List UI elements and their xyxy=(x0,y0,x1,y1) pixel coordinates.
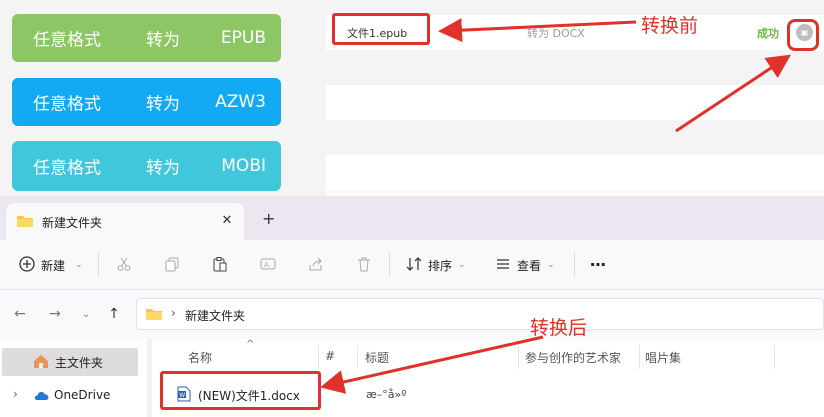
nav-item-label: 主文件夹 xyxy=(55,356,104,370)
sort-label: 排序 xyxy=(428,258,453,273)
plus-circle-icon xyxy=(19,255,35,275)
scrollbar[interactable] xyxy=(147,339,152,417)
column-divider[interactable] xyxy=(639,345,640,369)
button-target-label: EPUB xyxy=(220,28,266,48)
button-target-label: MOBI xyxy=(221,156,266,176)
column-header-name[interactable]: 名称 xyxy=(188,349,212,366)
file-explorer-window: 新建文件夹 ✕ + 新建 ⌄ A 排序 ⌄ 查看 ⌄ ⋯ ← → ⌄ ↑ › 新… xyxy=(0,196,824,417)
button-format-label: 任意格式 xyxy=(33,94,101,115)
view-icon xyxy=(495,256,511,275)
share-icon[interactable] xyxy=(307,255,325,273)
convert-to-epub-button[interactable]: 任意格式 转为 EPUB xyxy=(12,14,281,62)
folder-icon xyxy=(16,214,34,231)
button-format-label: 任意格式 xyxy=(33,158,101,179)
divider xyxy=(389,252,390,277)
file-title: æ–°å»º xyxy=(366,388,407,401)
cloud-icon xyxy=(33,390,50,404)
button-target-label: AZW3 xyxy=(215,92,266,112)
annotation-after-label: 转换后 xyxy=(530,317,588,339)
annotation-before-label: 转换前 xyxy=(641,15,699,37)
sort-icon xyxy=(406,256,422,275)
navigation-pane: 主文件夹 › OneDrive xyxy=(0,339,147,417)
tab-new-folder[interactable]: 新建文件夹 ✕ xyxy=(6,203,244,240)
paste-icon[interactable] xyxy=(211,255,229,273)
column-divider[interactable] xyxy=(318,345,319,369)
list-row-empty xyxy=(326,155,824,190)
convert-to-azw3-button[interactable]: 任意格式 转为 AZW3 xyxy=(12,78,281,126)
address-path[interactable]: 新建文件夹 xyxy=(185,307,245,324)
recent-locations-icon[interactable]: ⌄ xyxy=(77,305,95,323)
highlight-box-after xyxy=(160,371,321,410)
convert-type-label: 转为 DOCX xyxy=(527,27,585,40)
cut-icon[interactable] xyxy=(115,255,133,273)
column-header-artist[interactable]: 参与创作的艺术家 xyxy=(525,349,621,366)
up-arrow-icon[interactable]: ↑ xyxy=(105,305,123,323)
column-divider[interactable] xyxy=(518,345,519,369)
address-bar-area: ← → ⌄ ↑ › 新建文件夹 xyxy=(0,289,824,339)
sort-button[interactable]: 排序 ⌄ xyxy=(406,256,466,274)
command-bar: 新建 ⌄ A 排序 ⌄ 查看 ⌄ ⋯ xyxy=(0,240,824,289)
list-row-empty xyxy=(326,85,824,120)
convert-to-mobi-button[interactable]: 任意格式 转为 MOBI xyxy=(12,141,281,191)
column-divider[interactable] xyxy=(774,345,775,369)
column-header-album[interactable]: 唱片集 xyxy=(645,349,681,366)
button-to-label: 转为 xyxy=(146,94,180,115)
view-button[interactable]: 查看 ⌄ xyxy=(495,256,555,274)
home-icon xyxy=(33,354,49,372)
column-header-number[interactable]: # xyxy=(325,349,335,363)
column-header-title[interactable]: 标题 xyxy=(365,349,389,366)
new-label: 新建 xyxy=(41,258,66,273)
chevron-right-icon[interactable]: › xyxy=(13,387,18,401)
button-to-label: 转为 xyxy=(146,30,180,51)
chevron-right-icon[interactable]: › xyxy=(171,306,176,320)
nav-item-onedrive[interactable]: › OneDrive xyxy=(2,382,138,410)
chevron-down-icon: ⌄ xyxy=(458,260,466,270)
nav-item-label: OneDrive xyxy=(54,388,111,402)
plus-icon[interactable]: + xyxy=(262,209,275,228)
address-bar[interactable]: › 新建文件夹 xyxy=(136,298,824,330)
view-label: 查看 xyxy=(517,258,542,273)
status-label: 成功 xyxy=(757,27,779,40)
divider xyxy=(98,252,99,277)
rename-icon[interactable]: A xyxy=(259,255,277,273)
delete-icon[interactable] xyxy=(355,255,373,273)
highlight-box-before xyxy=(332,13,430,45)
list-row-empty xyxy=(326,120,824,155)
folder-icon xyxy=(145,307,163,324)
forward-arrow-icon[interactable]: → xyxy=(46,305,64,323)
svg-text:A: A xyxy=(264,261,269,269)
button-to-label: 转为 xyxy=(146,158,180,179)
chevron-down-icon: ⌄ xyxy=(547,260,555,270)
copy-icon[interactable] xyxy=(163,255,181,273)
chevron-down-icon: ⌄ xyxy=(75,260,83,270)
close-icon[interactable]: ✕ xyxy=(218,211,236,229)
list-row-empty xyxy=(326,50,824,85)
explorer-body: 主文件夹 › OneDrive ^ 名称 # 标题 参与创作的艺术家 唱片集 W… xyxy=(0,339,824,417)
new-button[interactable]: 新建 ⌄ xyxy=(19,255,83,275)
column-divider[interactable] xyxy=(357,345,358,369)
divider xyxy=(574,252,575,277)
tab-label: 新建文件夹 xyxy=(42,216,103,230)
nav-item-home[interactable]: 主文件夹 xyxy=(2,348,138,376)
back-arrow-icon[interactable]: ← xyxy=(11,305,29,323)
button-format-label: 任意格式 xyxy=(33,30,101,51)
more-icon[interactable]: ⋯ xyxy=(589,255,607,274)
sort-ascending-icon: ^ xyxy=(246,339,255,350)
highlight-box-icon xyxy=(787,19,819,51)
tab-bar: 新建文件夹 ✕ + xyxy=(0,196,824,240)
